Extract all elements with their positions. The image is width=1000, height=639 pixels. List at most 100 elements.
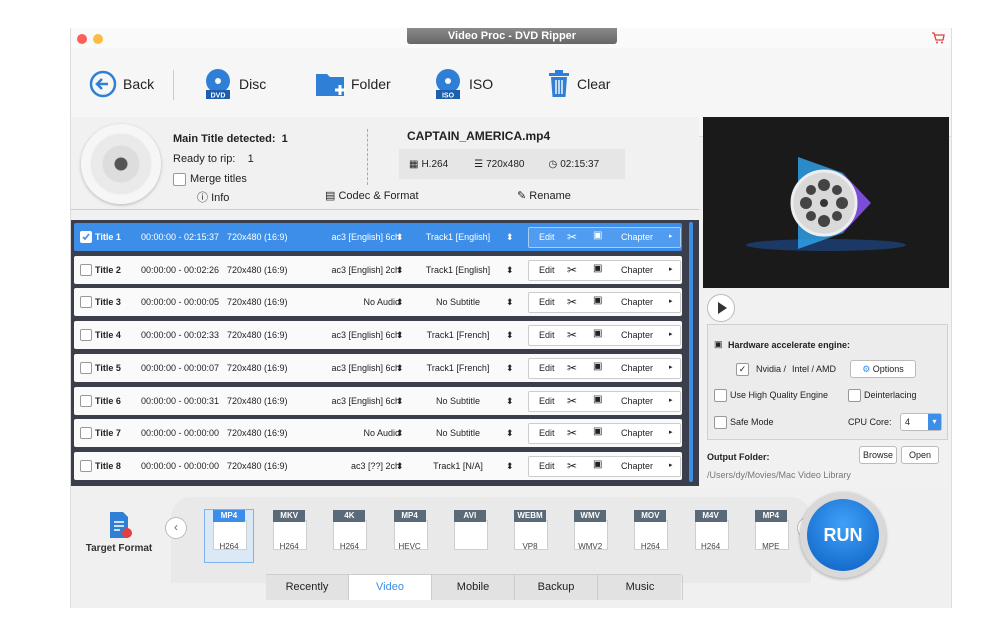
scissors-icon[interactable]: ✂ — [567, 361, 577, 375]
effect-icon[interactable]: ▣ — [593, 459, 602, 470]
browse-button[interactable]: Browse — [859, 446, 897, 464]
effect-icon[interactable]: ▣ — [593, 328, 602, 339]
edit-button[interactable]: Edit — [539, 330, 555, 340]
cpu-core-select[interactable]: 4 ▾ — [900, 413, 942, 431]
tab-codec-format[interactable]: ▤ Codec & Format — [325, 189, 419, 202]
edit-button[interactable]: Edit — [539, 232, 555, 242]
edit-button[interactable]: Edit — [539, 396, 555, 406]
subtitle-track[interactable]: No Subtitle — [410, 297, 506, 307]
subtitle-track[interactable]: Track1 [French] — [410, 330, 506, 340]
audio-track[interactable]: ac3 [??] 2ch — [308, 461, 400, 471]
effect-icon[interactable]: ▣ — [593, 295, 602, 306]
subtitle-track[interactable]: Track1 [N/A] — [410, 461, 506, 471]
minimize-window-button[interactable] — [93, 34, 103, 44]
tab-info[interactable]: ⓘ Info — [197, 189, 229, 205]
options-button[interactable]: ⚙ Options — [850, 360, 916, 378]
title-checkbox[interactable] — [80, 459, 92, 472]
scissors-icon[interactable]: ✂ — [567, 230, 577, 244]
deinterlacing-checkbox[interactable] — [848, 389, 861, 402]
title-checkbox[interactable] — [80, 231, 92, 243]
play-button[interactable] — [707, 294, 735, 322]
audio-track[interactable]: No Audio — [308, 297, 400, 307]
format-item[interactable]: MKV H264 — [265, 510, 313, 562]
run-button[interactable]: RUN — [800, 492, 886, 578]
title-checkbox[interactable] — [80, 361, 92, 374]
edit-button[interactable]: Edit — [539, 363, 555, 373]
format-item[interactable]: MOV H264 — [626, 510, 674, 562]
title-checkbox[interactable] — [80, 329, 92, 342]
title-checkbox[interactable] — [80, 427, 92, 440]
cart-icon[interactable] — [931, 32, 945, 44]
format-item[interactable]: AVI — [446, 510, 494, 562]
format-item[interactable]: MP4 MPE — [747, 510, 795, 562]
iso-button[interactable]: ISO ISO — [433, 66, 493, 102]
title-row[interactable]: Title 5 00:00:00 - 00:00:07 720x480 (16:9)… — [74, 353, 682, 382]
chapter-button[interactable]: Chapter — [621, 363, 653, 373]
edit-button[interactable]: Edit — [539, 265, 555, 275]
title-row[interactable]: Title 1 00:00:00 - 02:15:37 720x480 (16:9)… — [74, 223, 682, 251]
title-checkbox[interactable] — [80, 394, 92, 407]
tab-video[interactable]: Video — [349, 575, 432, 600]
effect-icon[interactable]: ▣ — [593, 263, 602, 274]
tab-rename[interactable]: ✎ Rename — [517, 189, 571, 202]
title-row[interactable]: Title 8 00:00:00 - 00:00:00 720x480 (16:9)… — [74, 451, 682, 480]
title-row[interactable]: Title 3 00:00:00 - 00:00:05 720x480 (16:9)… — [74, 288, 682, 317]
chapter-button[interactable]: Chapter — [621, 265, 653, 275]
edit-button[interactable]: Edit — [539, 428, 555, 438]
chapter-button[interactable]: Chapter — [621, 396, 653, 406]
tab-recently[interactable]: Recently — [266, 575, 349, 600]
format-item[interactable]: MP4 H264 — [204, 509, 254, 563]
subtitle-track[interactable]: Track1 [English] — [410, 232, 506, 242]
effect-icon[interactable]: ▣ — [593, 426, 602, 437]
scissors-icon[interactable]: ✂ — [567, 426, 577, 440]
format-item[interactable]: 4K H264 — [325, 510, 373, 562]
tab-backup[interactable]: Backup — [515, 575, 598, 600]
scissors-icon[interactable]: ✂ — [567, 328, 577, 342]
format-item[interactable]: WEBM VP8 — [506, 510, 554, 562]
chapter-button[interactable]: Chapter — [621, 297, 653, 307]
edit-button[interactable]: Edit — [539, 297, 555, 307]
chapter-button[interactable]: Chapter — [621, 428, 653, 438]
title-row[interactable]: Title 4 00:00:00 - 00:02:33 720x480 (16:9)… — [74, 321, 682, 350]
title-checkbox[interactable] — [80, 296, 92, 309]
audio-track[interactable]: ac3 [English] 6ch — [308, 396, 400, 406]
scissors-icon[interactable]: ✂ — [567, 295, 577, 309]
audio-track[interactable]: ac3 [English] 6ch — [308, 363, 400, 373]
safe-mode-checkbox[interactable] — [714, 416, 727, 429]
chapter-button[interactable]: Chapter — [621, 461, 653, 471]
audio-track[interactable]: ac3 [English] 6ch — [308, 330, 400, 340]
format-item[interactable]: MP4 HEVC — [386, 510, 434, 562]
subtitle-track[interactable]: No Subtitle — [410, 428, 506, 438]
subtitle-track[interactable]: Track1 [English] — [410, 265, 506, 275]
audio-track[interactable]: ac3 [English] 2ch — [308, 265, 400, 275]
subtitle-track[interactable]: No Subtitle — [410, 396, 506, 406]
chapter-button[interactable]: Chapter — [621, 330, 653, 340]
folder-button[interactable]: Folder — [315, 66, 391, 102]
title-row[interactable]: Title 7 00:00:00 - 00:00:00 720x480 (16:9)… — [74, 419, 682, 448]
audio-track[interactable]: ac3 [English] 6ch — [308, 232, 400, 242]
edit-button[interactable]: Edit — [539, 461, 555, 471]
target-format[interactable]: Target Format — [79, 510, 159, 554]
high-quality-checkbox[interactable] — [714, 389, 727, 402]
back-button[interactable]: Back — [89, 66, 154, 102]
format-item[interactable]: WMV WMV2 — [566, 510, 614, 562]
formats-prev-button[interactable]: ‹ — [165, 517, 187, 539]
title-row[interactable]: Title 6 00:00:00 - 00:00:31 720x480 (16:9)… — [74, 386, 682, 415]
clear-button[interactable]: Clear — [547, 66, 610, 102]
audio-track[interactable]: No Audio — [308, 428, 400, 438]
scissors-icon[interactable]: ✂ — [567, 459, 577, 473]
close-window-button[interactable] — [77, 34, 87, 44]
nvidia-checkbox[interactable]: ✓ — [736, 363, 749, 376]
effect-icon[interactable]: ▣ — [593, 394, 602, 405]
chapter-button[interactable]: Chapter — [621, 232, 653, 242]
title-checkbox[interactable] — [80, 263, 92, 276]
open-button[interactable]: Open — [901, 446, 939, 464]
tab-music[interactable]: Music — [598, 575, 683, 600]
scissors-icon[interactable]: ✂ — [567, 394, 577, 408]
effect-icon[interactable]: ▣ — [593, 230, 602, 241]
tab-mobile[interactable]: Mobile — [432, 575, 515, 600]
disc-button[interactable]: DVD Disc — [203, 66, 266, 102]
subtitle-track[interactable]: Track1 [French] — [410, 363, 506, 373]
effect-icon[interactable]: ▣ — [593, 361, 602, 372]
title-row[interactable]: Title 2 00:00:00 - 00:02:26 720x480 (16:9)… — [74, 255, 682, 284]
